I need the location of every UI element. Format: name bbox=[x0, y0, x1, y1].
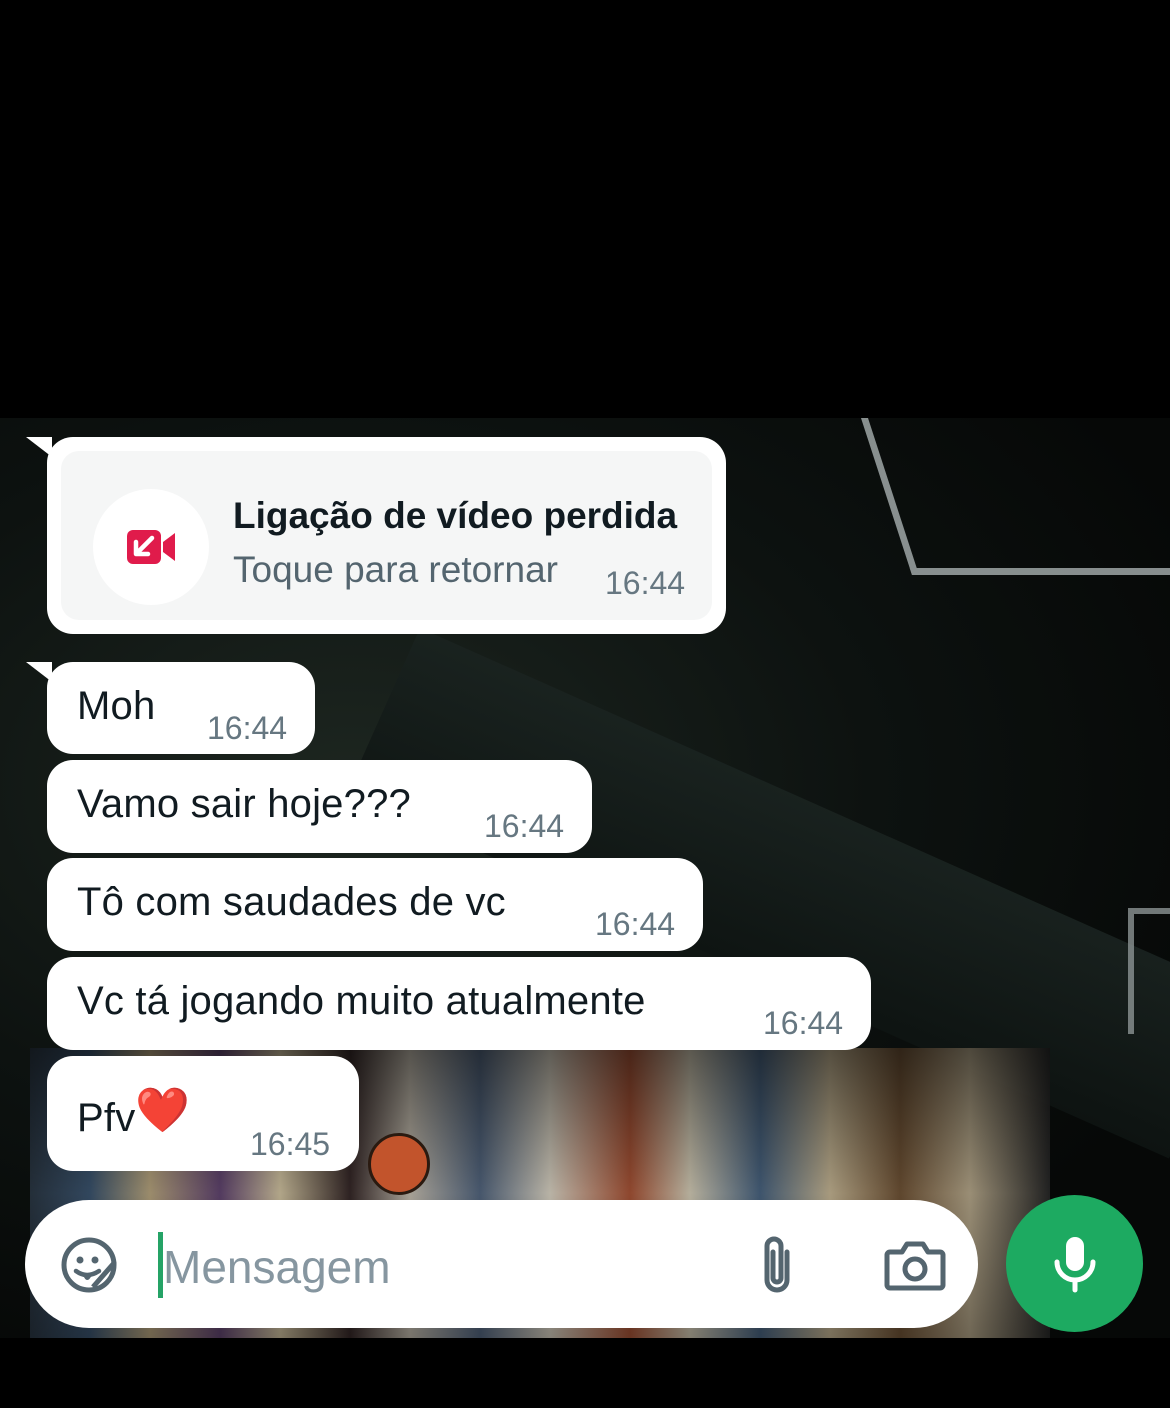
paperclip-icon[interactable] bbox=[749, 1230, 805, 1300]
message-time: 16:44 bbox=[595, 906, 676, 942]
message-composer[interactable]: Mensagem bbox=[25, 1200, 978, 1328]
message-bubble[interactable]: Vc tá jogando muito atualmente 16:44 bbox=[47, 957, 871, 1050]
message-text: Tô com saudades de vc bbox=[77, 880, 506, 924]
message-time: 16:44 bbox=[484, 808, 565, 844]
camera-icon[interactable] bbox=[880, 1234, 950, 1296]
bottom-black-area bbox=[0, 1338, 1170, 1408]
message-input[interactable]: Mensagem bbox=[163, 1240, 391, 1294]
missed-call-bubble[interactable]: Ligação de vídeo perdida Toque para reto… bbox=[47, 437, 726, 634]
wallpaper-light-line bbox=[860, 418, 1170, 575]
message-bubble[interactable]: Vamo sair hoje??? 16:44 bbox=[47, 760, 592, 853]
sticker-icon[interactable] bbox=[57, 1233, 121, 1297]
message-time: 16:44 bbox=[763, 1005, 844, 1041]
message-bubble[interactable]: Tô com saudades de vc 16:44 bbox=[47, 858, 703, 951]
message-text: Pfv❤️ bbox=[77, 1086, 190, 1142]
message-text: Vc tá jogando muito atualmente bbox=[77, 979, 646, 1023]
wallpaper-basketball bbox=[368, 1133, 430, 1195]
wallpaper-light-line bbox=[1128, 908, 1170, 1034]
missed-call-subtitle: Toque para retornar bbox=[233, 549, 558, 590]
message-text: Moh bbox=[77, 684, 156, 728]
message-bubble[interactable]: Pfv❤️ 16:45 bbox=[47, 1056, 359, 1171]
missed-call-card[interactable]: Ligação de vídeo perdida Toque para reto… bbox=[61, 451, 712, 620]
message-time: 16:44 bbox=[207, 710, 288, 746]
message-text-content: Pfv bbox=[77, 1096, 136, 1140]
top-black-area bbox=[0, 0, 1170, 418]
message-text: Vamo sair hoje??? bbox=[77, 782, 411, 826]
microphone-button[interactable] bbox=[1006, 1195, 1143, 1332]
message-time: 16:45 bbox=[250, 1126, 331, 1162]
message-time: 16:44 bbox=[605, 565, 686, 601]
missed-call-title: Ligação de vídeo perdida bbox=[233, 495, 678, 536]
heart-emoji: ❤️ bbox=[135, 1086, 191, 1135]
microphone-icon bbox=[1052, 1234, 1098, 1294]
message-bubble[interactable]: Moh 16:44 bbox=[47, 662, 315, 754]
missed-video-call-icon bbox=[93, 489, 209, 605]
